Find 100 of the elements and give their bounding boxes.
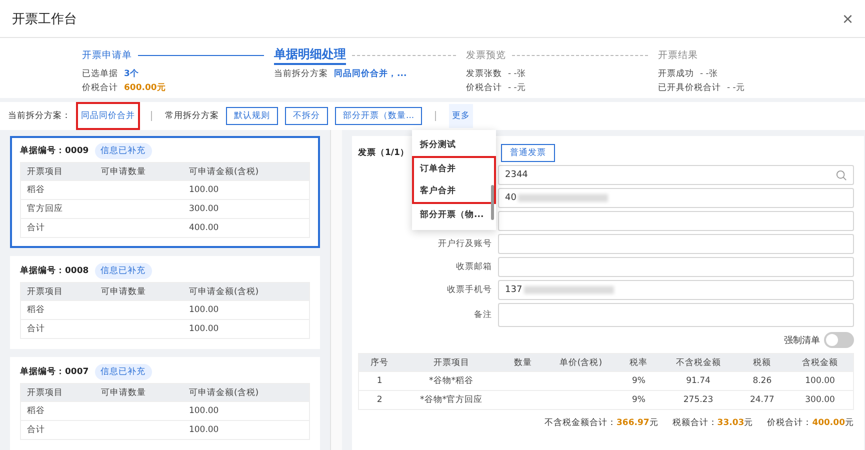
total-text: 税额合计：33.03元	[672, 417, 754, 429]
current-plan-link[interactable]: 同品同价合并	[78, 104, 138, 128]
column-header: 开票项目	[20, 384, 96, 402]
column-header: 序号	[358, 354, 400, 372]
column-header: 开票项目	[400, 354, 502, 372]
input-field[interactable]	[498, 211, 854, 231]
column-header: 税额	[737, 354, 788, 372]
switch-label: 强制清单	[784, 334, 820, 346]
total-text: 不含税金额合计：366.97元	[544, 417, 658, 429]
step-detail-label: 开票成功	[658, 68, 694, 80]
table-cell: 9%	[618, 372, 660, 390]
table-cell: *谷物*官方回应	[400, 390, 502, 410]
field-label: 备注	[473, 309, 492, 321]
table-cell: 9%	[618, 390, 660, 410]
table-cell: 100.00	[787, 372, 854, 390]
table-cell: 91.74	[659, 372, 738, 390]
scroll-bar[interactable]	[330, 130, 342, 450]
menu-item[interactable]: 订单合并	[412, 156, 496, 180]
document-number: 单据编号：0009	[20, 145, 89, 157]
remark-field[interactable]	[498, 303, 854, 327]
column-header: 不含税金额	[659, 354, 738, 372]
menu-item[interactable]: 部分开票（物...	[412, 204, 496, 226]
table-cell: 400.00	[182, 218, 310, 238]
input-field[interactable]: 137	[498, 280, 854, 300]
step-detail-label: 价税合计	[82, 82, 118, 94]
field-value: 2344	[505, 170, 528, 180]
document-number: 单据编号：0008	[20, 265, 89, 277]
step-label: 单据明细处理	[274, 46, 346, 64]
table-cell: 100.00	[182, 420, 310, 440]
input-field[interactable]	[498, 234, 854, 254]
column-header: 含税金额	[787, 354, 854, 372]
step-detail-label: 发票张数	[466, 68, 502, 80]
status-tag: 信息已补充	[94, 143, 152, 159]
column-header: 可申请金额(含税)	[182, 162, 310, 180]
column-header: 可申请数量	[95, 384, 183, 402]
table-cell: 24.77	[737, 390, 788, 410]
window-title: 开票工作台	[12, 10, 77, 28]
step-detail-label: 价税合计	[466, 82, 502, 94]
plan-button[interactable]: 默认规则	[226, 107, 278, 125]
step-detail-value: 同品同价合并，...	[334, 68, 407, 80]
table-cell: 100.00	[182, 300, 310, 320]
table-cell: 合计	[20, 218, 96, 238]
step-detail-value: 600.00元	[124, 82, 166, 94]
invoice-title: 发票（1/1）	[358, 147, 409, 159]
field-label: 收票手机号	[446, 284, 492, 296]
table-cell: 8.26	[737, 372, 788, 390]
field-value: 40	[505, 193, 516, 203]
table-cell: 稻谷	[20, 402, 96, 420]
table-cell: 100.00	[182, 180, 310, 200]
table-cell: 1	[358, 372, 400, 390]
column-header: 税率	[618, 354, 660, 372]
table-cell: 100.00	[182, 320, 310, 338]
step-detail-value: 3个	[124, 68, 139, 80]
search-field[interactable]: 2344	[498, 165, 854, 185]
table-cell: 100.00	[182, 402, 310, 420]
step-detail-label: 当前拆分方案	[274, 68, 328, 80]
table-cell: 合计	[20, 420, 96, 440]
document-card[interactable]: 单据编号：0007 信息已补充 开票项目 可申请数量 可申请金额(含税) 稻谷 100.00 合计 100.00	[10, 357, 320, 450]
search-icon	[836, 170, 847, 180]
column-header: 可申请数量	[95, 162, 183, 180]
table-cell: 2	[358, 390, 400, 410]
step-label: 开票申请单	[82, 48, 132, 62]
table-cell: *谷物*稻谷	[400, 372, 502, 390]
more-link[interactable]: 更多	[449, 104, 474, 128]
invoice-type-button[interactable]: 普通发票	[500, 144, 555, 162]
input-field[interactable]	[498, 257, 854, 277]
total-text: 价税合计：400.00元	[767, 417, 854, 429]
column-header: 可申请金额(含税)	[182, 282, 310, 300]
field-label: 开户行及账号	[437, 238, 492, 250]
table-cell: 300.00	[787, 390, 854, 410]
menu-scroll-bar[interactable]	[491, 185, 494, 220]
status-tag: 信息已补充	[94, 364, 152, 380]
column-header: 开票项目	[20, 282, 96, 300]
field-label: 收票邮箱	[455, 261, 492, 273]
table-cell: 300.00	[182, 200, 310, 218]
field-value: 137	[505, 285, 522, 295]
step-label: 开票结果	[658, 48, 698, 62]
document-card[interactable]: 单据编号：0009 信息已补充 开票项目 可申请数量 可申请金额(含税) 稻谷 100.00 官方回应 300.00 合计 400.00	[10, 136, 320, 248]
plan-button[interactable]: 部分开票（数量...	[335, 107, 422, 125]
step-detail-value: - -元	[727, 82, 745, 94]
table-cell: 稻谷	[20, 180, 96, 200]
toggle-switch[interactable]	[824, 332, 854, 348]
step-detail-value: - -元	[508, 82, 526, 94]
menu-item[interactable]: 拆分测试	[412, 134, 496, 156]
document-card[interactable]: 单据编号：0008 信息已补充 开票项目 可申请数量 可申请金额(含税) 稻谷 100.00 合计 100.00	[10, 256, 320, 349]
status-tag: 信息已补充	[94, 263, 152, 279]
document-number: 单据编号：0007	[20, 366, 89, 378]
step-detail-label: 已选单据	[82, 68, 118, 80]
table-cell: 官方回应	[20, 200, 96, 218]
input-field[interactable]: 40	[498, 188, 854, 208]
plan-button[interactable]: 不拆分	[285, 107, 328, 125]
close-button[interactable]: ×	[842, 10, 853, 28]
current-plan-label: 当前拆分方案：	[8, 110, 71, 122]
column-header: 开票项目	[20, 162, 96, 180]
step-detail-value: - -张	[700, 68, 718, 80]
step-detail-label: 已开具价税合计	[658, 82, 721, 94]
table-cell: 275.23	[659, 390, 738, 410]
column-header: 可申请数量	[95, 282, 183, 300]
table-cell: 合计	[20, 320, 96, 338]
column-header: 可申请金额(含税)	[182, 384, 310, 402]
